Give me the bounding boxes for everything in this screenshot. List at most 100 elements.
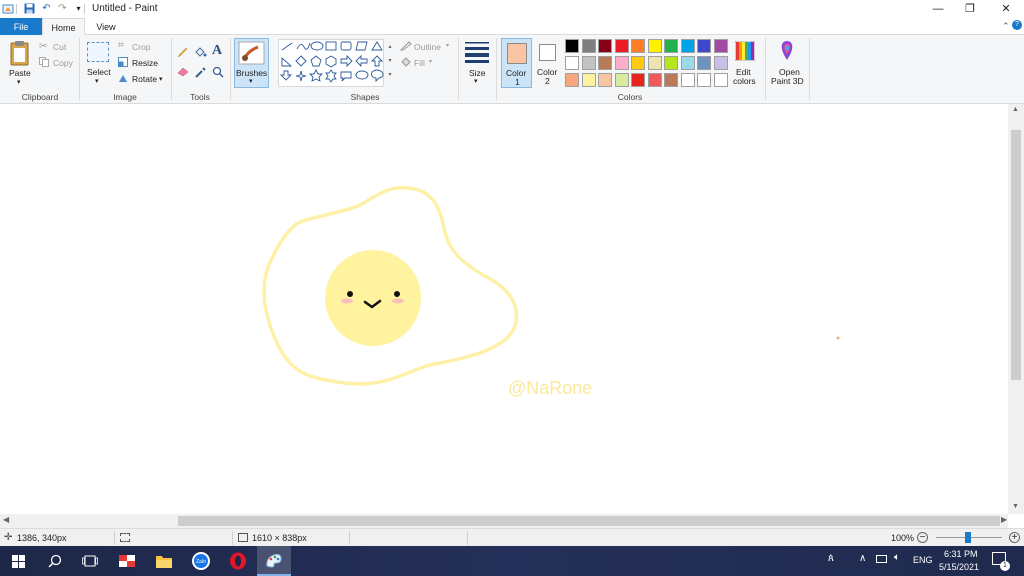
color-swatch[interactable] bbox=[631, 56, 645, 70]
search-icon[interactable] bbox=[43, 549, 67, 573]
brushes-button[interactable]: Brushes ▾ bbox=[234, 38, 269, 88]
edit-colors-icon[interactable] bbox=[734, 40, 756, 62]
select-icon[interactable] bbox=[87, 42, 109, 62]
edit-colors-line2[interactable]: colors bbox=[733, 76, 756, 86]
copy-button[interactable]: Copy bbox=[53, 58, 73, 68]
color-swatch[interactable] bbox=[614, 56, 629, 70]
color-picker-icon[interactable] bbox=[195, 66, 207, 78]
paste-dropdown-icon[interactable]: ▾ bbox=[17, 78, 21, 86]
outline-dropdown-icon[interactable]: ▾ bbox=[446, 42, 449, 49]
outline-button[interactable]: Outline bbox=[414, 42, 441, 52]
color-swatch[interactable] bbox=[680, 39, 695, 53]
color-swatch[interactable] bbox=[664, 39, 678, 53]
shapes-scroll[interactable]: ▴ ▾ ▾ bbox=[386, 40, 394, 86]
color-swatch[interactable] bbox=[598, 73, 612, 87]
color-swatch[interactable] bbox=[664, 73, 678, 87]
shapes-gallery[interactable] bbox=[278, 39, 384, 87]
task-view-icon[interactable] bbox=[78, 549, 102, 573]
color-swatch[interactable] bbox=[697, 39, 711, 53]
horizontal-scroll-thumb[interactable] bbox=[178, 516, 1000, 526]
select-button[interactable]: Select bbox=[87, 67, 111, 77]
scroll-down-icon[interactable]: ▼ bbox=[1012, 503, 1019, 510]
color-swatch[interactable] bbox=[664, 56, 678, 70]
zoom-in-button[interactable]: + bbox=[1009, 532, 1020, 543]
color-swatch[interactable] bbox=[581, 39, 596, 53]
file-explorer-icon[interactable] bbox=[152, 549, 176, 573]
battery-icon[interactable] bbox=[876, 555, 887, 563]
crop-icon[interactable]: ⌗ bbox=[118, 40, 124, 51]
color-swatch[interactable] bbox=[647, 73, 662, 87]
color-swatch[interactable] bbox=[631, 39, 645, 53]
paint-taskbar-button[interactable] bbox=[257, 546, 291, 576]
magnifier-icon[interactable] bbox=[212, 66, 224, 78]
rotate-icon[interactable] bbox=[118, 73, 128, 83]
resize-button[interactable]: Resize bbox=[132, 58, 158, 68]
size-icon[interactable] bbox=[465, 41, 489, 63]
color-swatch[interactable] bbox=[680, 73, 695, 87]
scroll-up-icon[interactable]: ▲ bbox=[1012, 106, 1019, 113]
snipping-app-icon[interactable] bbox=[115, 549, 139, 573]
color-swatch[interactable] bbox=[680, 56, 695, 70]
color-swatch[interactable] bbox=[647, 56, 662, 70]
vertical-scroll-thumb[interactable] bbox=[1011, 130, 1021, 380]
zalo-icon[interactable]: Zalo bbox=[189, 549, 213, 573]
color-swatch[interactable] bbox=[614, 73, 629, 87]
paint3d-line2[interactable]: Paint 3D bbox=[771, 76, 804, 86]
language-indicator[interactable]: ENG bbox=[913, 555, 933, 565]
rotate-button[interactable]: Rotate bbox=[132, 74, 157, 84]
size-dropdown-icon[interactable]: ▾ bbox=[474, 77, 478, 85]
rotate-dropdown-icon[interactable]: ▾ bbox=[159, 75, 163, 83]
zoom-out-button[interactable]: − bbox=[917, 532, 928, 543]
zoom-slider-thumb[interactable] bbox=[965, 532, 971, 543]
opera-icon[interactable] bbox=[226, 549, 250, 573]
fill-bucket-icon[interactable] bbox=[194, 46, 207, 58]
redo-icon[interactable]: ↷ bbox=[56, 2, 69, 15]
color-swatch[interactable] bbox=[713, 73, 728, 87]
fill-button[interactable]: Fill bbox=[414, 58, 425, 68]
color-swatch[interactable] bbox=[614, 39, 629, 53]
color-swatch[interactable] bbox=[647, 39, 662, 53]
fill-icon[interactable] bbox=[400, 57, 412, 67]
text-tool-icon[interactable]: A bbox=[212, 43, 222, 59]
paste-button[interactable]: Paste bbox=[9, 68, 31, 78]
tab-view[interactable]: View bbox=[85, 18, 127, 35]
color-swatch[interactable] bbox=[565, 56, 579, 70]
color1-button[interactable]: Color 1 bbox=[501, 38, 532, 88]
minimize-button[interactable]: — bbox=[920, 0, 956, 17]
clock-time[interactable]: 6:31 PM bbox=[944, 549, 978, 559]
people-icon[interactable]: ጰ bbox=[828, 553, 834, 564]
tab-file[interactable]: File bbox=[0, 18, 42, 35]
color-swatch[interactable] bbox=[697, 56, 711, 70]
pencil-icon[interactable] bbox=[177, 46, 189, 58]
paste-icon[interactable] bbox=[8, 40, 32, 68]
scroll-right-icon[interactable]: ▶ bbox=[1001, 515, 1007, 524]
cut-icon[interactable]: ✂ bbox=[39, 41, 47, 52]
color-swatch[interactable] bbox=[697, 73, 711, 87]
paint3d-icon[interactable] bbox=[777, 40, 797, 62]
close-button[interactable]: ✕ bbox=[988, 0, 1024, 17]
color-swatch[interactable] bbox=[581, 73, 596, 87]
start-icon[interactable] bbox=[6, 549, 30, 573]
color-swatch[interactable] bbox=[713, 39, 728, 53]
paint-app-icon[interactable] bbox=[1, 2, 14, 15]
fill-dropdown-icon[interactable]: ▾ bbox=[429, 58, 432, 65]
collapse-ribbon-icon[interactable]: ⌃ bbox=[1002, 21, 1010, 32]
copy-icon[interactable] bbox=[39, 57, 49, 67]
color-swatch[interactable] bbox=[598, 39, 612, 53]
color-swatch[interactable] bbox=[713, 56, 728, 70]
maximize-button[interactable]: ❐ bbox=[952, 0, 988, 17]
show-hidden-icons[interactable]: ∧ bbox=[859, 553, 866, 564]
resize-icon[interactable] bbox=[118, 57, 128, 67]
scroll-left-icon[interactable]: ◀ bbox=[3, 515, 9, 524]
color-swatch[interactable] bbox=[598, 56, 612, 70]
select-dropdown-icon[interactable]: ▾ bbox=[95, 77, 99, 85]
outline-icon[interactable] bbox=[399, 41, 412, 51]
volume-icon[interactable]: 🔈︎ bbox=[894, 552, 900, 563]
eraser-icon[interactable] bbox=[177, 67, 189, 77]
undo-icon[interactable]: ↶ bbox=[40, 2, 53, 15]
color-swatch[interactable] bbox=[565, 73, 579, 87]
color-swatch[interactable] bbox=[565, 39, 579, 53]
color2-button[interactable]: Color 2 bbox=[536, 38, 561, 88]
crop-button[interactable]: Crop bbox=[132, 42, 150, 52]
cut-button[interactable]: Cut bbox=[53, 42, 66, 52]
